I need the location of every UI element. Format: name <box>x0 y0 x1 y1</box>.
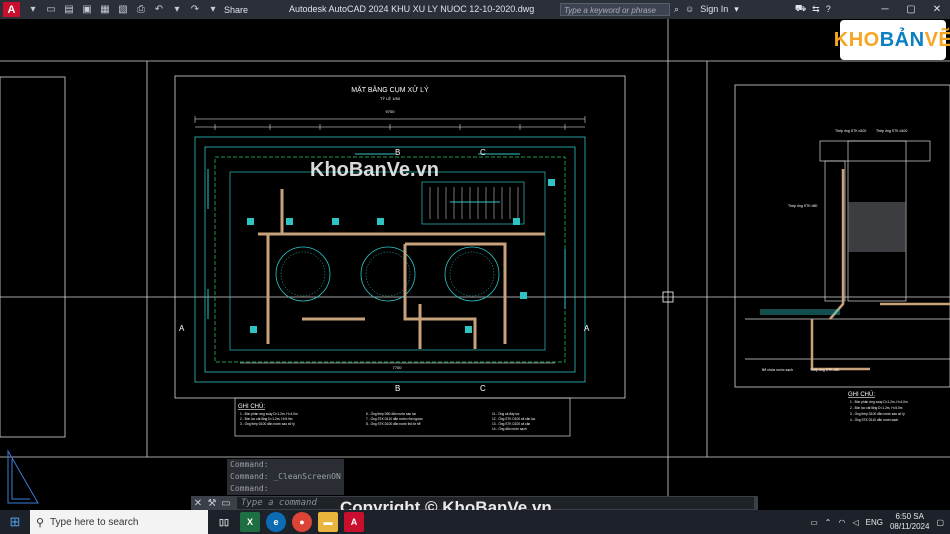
right-label-2: Thép ống STK d100 <box>876 129 907 133</box>
right-note-2: 2 - Bồn lọc cát lắng D=1.2m, H=5.0m <box>850 405 903 410</box>
ucs-icon <box>7 449 39 504</box>
command-history: Command: Command: _CleanScreenON Command… <box>227 459 344 495</box>
save-as-icon[interactable]: ▦ <box>98 4 112 15</box>
new-file-icon[interactable]: ▭ <box>44 4 58 15</box>
right-note-1: 1 - Bồn phản ứng xoáy D=1.2m, H=4.0m <box>850 400 908 404</box>
show-hidden-icon[interactable]: ⌃ <box>825 518 832 527</box>
command-history-line: Command: <box>227 483 344 495</box>
help-icon[interactable]: ? <box>826 4 831 14</box>
command-prompt-icon[interactable]: ▭ <box>219 498 233 509</box>
note-1: 1 - Bồn phản ứng xoáy D=1.2m, H=4.0m <box>240 412 298 416</box>
search-input[interactable]: Type a keyword or phrase <box>560 3 670 16</box>
close-icon[interactable]: ✕ <box>191 498 205 509</box>
open-folder-icon[interactable]: ▤ <box>62 4 76 15</box>
save-icon[interactable]: ▣ <box>80 4 94 15</box>
title-bar: A ▾ ▭ ▤ ▣ ▦ ▧ ⎙ ↶ ▾ ↷ ▾ Share Autodesk A… <box>0 0 950 19</box>
right-label-4: Bể chứa nước sạch <box>762 368 793 372</box>
note-7: 7 - Ống STK D110 dẫn nước rửa ngược <box>366 416 423 421</box>
redo-icon[interactable]: ↷ <box>188 4 202 15</box>
note-6: 6 - Ống thép D50 dẫn nước sau lọc <box>366 411 417 416</box>
note-8: 8 - Ống STK D100 dẫn nước thô từ bể <box>366 421 421 426</box>
section-a-right: A <box>584 324 590 333</box>
drawing-canvas[interactable]: MẶT BẰNG CỤM XỬ LÝ TỶ LỆ 1/50 9700 7700 <box>0 19 950 510</box>
section-c-top: C <box>480 148 486 157</box>
search-binoculars-icon[interactable]: ⌕ <box>674 4 679 15</box>
khobanve-logo: KHO BẢN VẼ <box>834 20 950 60</box>
note-3: 3 - Ống thép D100 dẫn nước sau xử lý <box>240 421 295 426</box>
excel-icon[interactable]: X <box>240 512 260 532</box>
search-icon: ⚲ <box>35 516 45 529</box>
chrome-icon[interactable]: ● <box>292 512 312 532</box>
web-mobile-icon[interactable]: ▧ <box>116 4 130 15</box>
dim-total: 9700 <box>386 109 396 114</box>
sign-in-dropdown-icon[interactable]: ▾ <box>734 4 739 15</box>
customize-wrench-icon[interactable]: ⚒ <box>205 498 219 509</box>
right-notes-title: GHI CHÚ: <box>848 391 875 398</box>
file-explorer-icon[interactable]: ▬ <box>318 512 338 532</box>
title-right-tools: ⌕ ☺ Sign In ▾ ⛟ ⇆ ? <box>674 3 831 15</box>
windows-start-icon[interactable]: ⊞ <box>0 510 30 534</box>
section-b-top: B <box>395 148 400 157</box>
clock-date: 08/11/2024 <box>889 522 930 531</box>
language-indicator[interactable]: ENG <box>866 518 883 527</box>
dim-bottom: 7700 <box>393 365 403 370</box>
section-a-left: A <box>179 324 185 333</box>
notification-icon[interactable]: ▢ <box>936 518 944 527</box>
right-label-5: Thép ống STK d50 <box>810 368 839 372</box>
main-title: MẶT BẰNG CỤM XỬ LÝ <box>351 85 429 94</box>
scale-label: TỶ LỆ 1/50 <box>380 96 401 101</box>
right-label-3: Thép ống STK d50 <box>788 204 817 208</box>
autocad-taskbar-icon[interactable]: A <box>344 512 364 532</box>
taskbar-search[interactable]: ⚲ Type here to search <box>30 510 208 534</box>
section-c-bottom: C <box>480 384 486 393</box>
watermark-center: KhoBanVe.vn <box>310 159 439 181</box>
quick-access-toolbar: ▾ ▭ ▤ ▣ ▦ ▧ ⎙ ↶ ▾ ↷ ▾ <box>26 4 220 15</box>
volume-icon[interactable]: ◁ <box>852 518 858 527</box>
exchange-icon[interactable]: ⇆ <box>812 4 820 15</box>
note-2: 2 - Bồn lọc cát lắng D=1.2m, H=5.0m <box>240 416 293 421</box>
user-icon[interactable]: ☺ <box>685 4 694 14</box>
clock-time: 6:50 SA <box>895 512 924 521</box>
close-icon[interactable]: ✕ <box>924 0 950 19</box>
notes-title: GHI CHÚ: <box>238 403 265 410</box>
edge-icon[interactable]: e <box>266 512 286 532</box>
command-history-line: Command: _CleanScreenON <box>227 471 344 483</box>
autocad-logo-icon[interactable]: A <box>3 2 20 17</box>
redo-dropdown-icon[interactable]: ▾ <box>206 4 220 15</box>
taskbar-search-label: Type here to search <box>50 516 139 528</box>
task-view-icon[interactable]: ▯▯ <box>214 512 234 532</box>
minimize-icon[interactable]: ─ <box>872 0 898 19</box>
cart-icon[interactable]: ⛟ <box>795 3 806 15</box>
right-note-3: 3 - Ống thép D100 dẫn nước sau xử lý <box>850 411 905 416</box>
note-12: 12 - Ống STK D100 xả cặn lọc <box>492 416 536 421</box>
note-11: 11 - Ống xả đáy lọc <box>492 411 520 416</box>
note-14: 14 - Ống dẫn nước sạch <box>492 426 527 431</box>
taskbar-apps: ▯▯ X e ● ▬ A <box>214 512 364 532</box>
desktop-icon[interactable]: ▭ <box>810 518 818 527</box>
taskbar: ⊞ ⚲ Type here to search ▯▯ X e ● ▬ A ▭ ⌃… <box>0 510 950 534</box>
maximize-icon[interactable]: ▢ <box>898 0 924 19</box>
undo-dropdown-icon[interactable]: ▾ <box>170 4 184 15</box>
system-tray: ▭ ⌃ ◠ ◁ ENG 6:50 SA 08/11/2024 ▢ <box>810 510 944 534</box>
share-button[interactable]: Share <box>224 5 248 15</box>
right-note-4: 4 - Ống STK D110 dẫn nước sạch <box>850 417 899 422</box>
window-title: Autodesk AutoCAD 2024 KHU XU LY NUOC 12-… <box>289 4 535 14</box>
menu-arrow-icon[interactable]: ▾ <box>26 4 40 15</box>
command-history-line: Command: <box>227 459 344 471</box>
clock[interactable]: 6:50 SA 08/11/2024 <box>890 512 929 532</box>
window-controls: ─ ▢ ✕ <box>872 0 950 19</box>
sign-in-button[interactable]: Sign In <box>700 4 728 14</box>
undo-icon[interactable]: ↶ <box>152 4 166 15</box>
note-13: 13 - Ống STK D100 xả cặn <box>492 421 530 426</box>
wifi-icon[interactable]: ◠ <box>839 518 846 527</box>
section-b-bottom: B <box>395 384 400 393</box>
right-label-1: Thép ống STK d100 <box>835 129 866 133</box>
print-icon[interactable]: ⎙ <box>134 4 148 15</box>
